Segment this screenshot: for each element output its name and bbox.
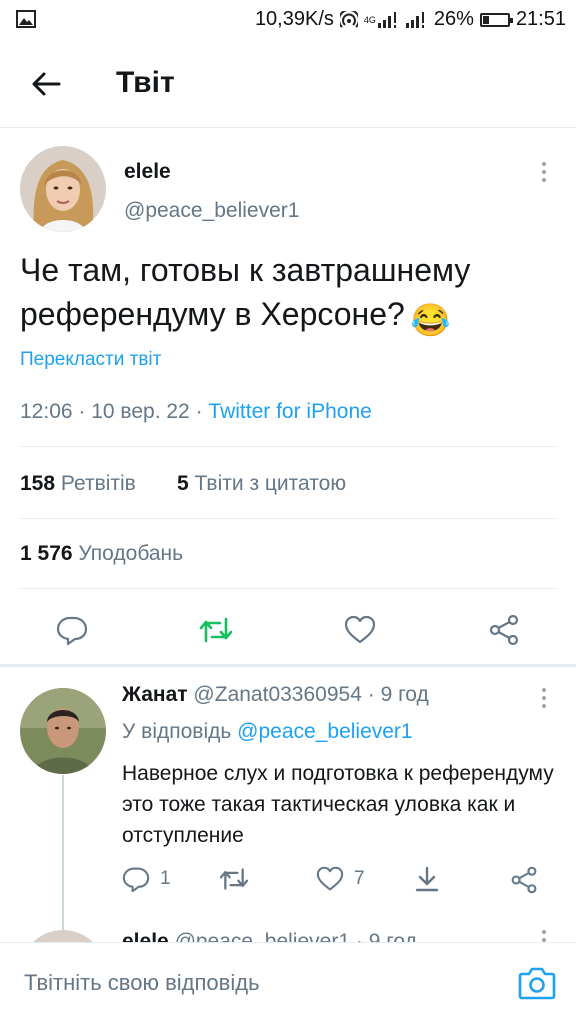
tweet-body: Че там, готовы к завтрашнему референдуму… bbox=[20, 252, 471, 332]
tweet-timestamp: 12:06 · 10 вер. 22 · Twitter for iPhone bbox=[20, 400, 372, 424]
reply-share-button[interactable] bbox=[510, 866, 538, 894]
section-divider bbox=[0, 664, 576, 667]
divider bbox=[20, 446, 557, 447]
separator: · bbox=[367, 683, 375, 706]
thread-connector-line bbox=[62, 775, 64, 935]
battery-icon bbox=[479, 12, 513, 27]
retweet-icon bbox=[199, 617, 233, 643]
more-dots-icon bbox=[542, 162, 546, 166]
share-button[interactable] bbox=[486, 612, 522, 648]
reply-to-mention[interactable]: @peace_believer1 bbox=[237, 720, 412, 743]
heart-icon bbox=[316, 866, 344, 891]
reply-author-handle[interactable]: @Zanat03360954 bbox=[193, 683, 361, 706]
more-dots-icon bbox=[542, 688, 546, 692]
reply-age: 9 год bbox=[380, 683, 429, 706]
retweet-button[interactable] bbox=[198, 612, 234, 648]
share-icon bbox=[511, 866, 537, 894]
reply-more-button[interactable] bbox=[532, 684, 556, 712]
author-handle[interactable]: @peace_believer1 bbox=[124, 199, 299, 223]
retweets-count: 158 bbox=[20, 472, 56, 495]
reply-compose-input[interactable] bbox=[0, 943, 500, 1023]
reply-reply-button[interactable]: 1 bbox=[122, 866, 171, 892]
arrow-left-icon bbox=[32, 72, 61, 96]
reply-button[interactable] bbox=[54, 612, 90, 648]
tweet-more-button[interactable] bbox=[532, 158, 556, 186]
network-speed: 10,39K/s bbox=[254, 8, 334, 30]
status-bar: 10,39K/s 4G 26% 21:51 bbox=[0, 0, 576, 40]
gallery-notification-icon bbox=[16, 10, 36, 28]
separator: · bbox=[78, 400, 92, 423]
signal-icon bbox=[377, 11, 396, 28]
tweet-action-bar bbox=[0, 600, 576, 660]
share-icon bbox=[489, 614, 519, 646]
retweet-icon bbox=[219, 868, 249, 890]
top-bar: Твіт bbox=[0, 40, 576, 128]
author-avatar[interactable] bbox=[20, 146, 106, 232]
back-button[interactable] bbox=[24, 64, 68, 104]
likes-label: Уподобань bbox=[78, 542, 184, 565]
like-stats[interactable]: 1 576 Уподобань bbox=[20, 542, 183, 566]
author-name[interactable]: elele bbox=[124, 160, 171, 184]
separator: · bbox=[195, 400, 209, 423]
page-title: Твіт bbox=[116, 66, 175, 99]
reply-action-bar: 1 7 bbox=[122, 864, 562, 900]
reply-author-name[interactable]: Жанат bbox=[122, 683, 188, 706]
like-button[interactable] bbox=[342, 612, 378, 648]
reply-icon bbox=[56, 616, 88, 645]
tweet-date: 10 вер. 22 bbox=[91, 400, 190, 423]
reply-author-avatar[interactable] bbox=[20, 688, 106, 774]
hotspot-icon bbox=[339, 10, 358, 28]
reply-header: Жанат @Zanat03360954 · 9 год bbox=[122, 683, 429, 707]
reply-to-line: У відповідь @peace_believer1 bbox=[122, 720, 413, 744]
camera-icon bbox=[518, 967, 556, 1000]
divider bbox=[20, 518, 557, 519]
translate-link[interactable]: Перекласти твіт bbox=[20, 349, 161, 371]
reply-download-button[interactable] bbox=[414, 866, 440, 892]
laughing-emoji: 😂 bbox=[410, 302, 451, 338]
retweet-stats[interactable]: 158 Ретвітів bbox=[20, 472, 136, 496]
quotes-count: 5 bbox=[177, 472, 189, 495]
reply-icon bbox=[122, 867, 150, 892]
reply-text: Наверное слух и подготовка к референдуму… bbox=[122, 762, 554, 847]
quotes-label: Твіти з цитатою bbox=[194, 472, 347, 495]
reply-to-label: У відповідь bbox=[122, 720, 232, 743]
clock: 21:51 bbox=[515, 8, 566, 30]
signal-icon-2 bbox=[405, 11, 424, 28]
download-icon bbox=[415, 866, 439, 892]
camera-button[interactable] bbox=[518, 965, 556, 1001]
reply-like-count: 7 bbox=[354, 868, 365, 889]
tweet-time: 12:06 bbox=[20, 400, 73, 423]
tweet-source[interactable]: Twitter for iPhone bbox=[208, 400, 371, 423]
reply-like-button[interactable]: 7 bbox=[316, 866, 365, 892]
retweets-label: Ретвітів bbox=[60, 472, 136, 495]
network-type: 4G bbox=[363, 14, 376, 25]
quote-stats[interactable]: 5 Твіти з цитатою bbox=[177, 472, 346, 496]
divider bbox=[20, 588, 557, 589]
tweet-text: Че там, готовы к завтрашнему референдуму… bbox=[20, 248, 560, 342]
battery-percent: 26% bbox=[433, 8, 474, 30]
more-dots-icon bbox=[542, 930, 546, 934]
likes-count: 1 576 bbox=[20, 542, 73, 565]
heart-icon bbox=[344, 615, 376, 644]
reply-retweet-button[interactable] bbox=[218, 866, 250, 892]
reply-reply-count: 1 bbox=[160, 868, 171, 889]
compose-bar bbox=[0, 942, 576, 1024]
